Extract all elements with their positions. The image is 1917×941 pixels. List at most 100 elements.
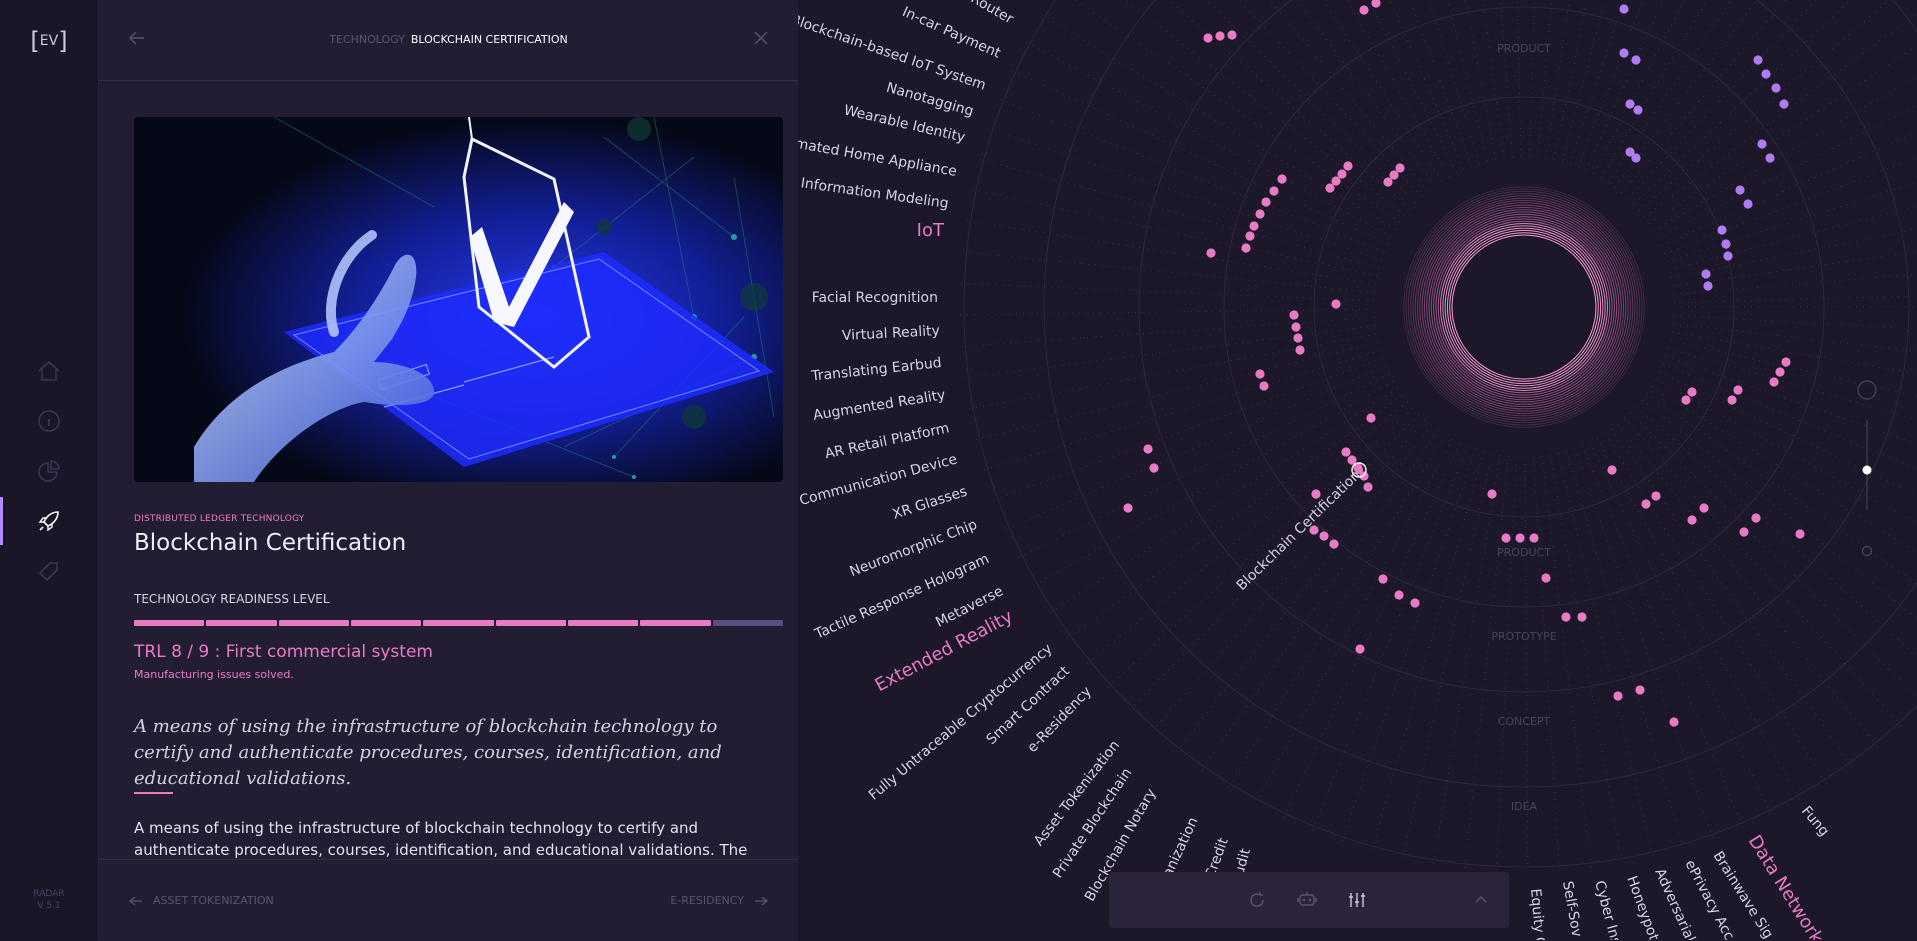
- radar-spoke: [998, 98, 1385, 253]
- technology-blip: [1739, 527, 1749, 537]
- chevron-up-icon[interactable]: [1471, 890, 1491, 910]
- radar-spoke: [1085, 401, 1409, 665]
- zoom-out-button: [1861, 545, 1873, 557]
- app-logo[interactable]: [ EV ]: [30, 28, 67, 54]
- info-icon[interactable]: [36, 408, 62, 434]
- technology-blip: [1717, 225, 1727, 235]
- nav-rail: [ EV ] RADAR V 5.1: [0, 0, 99, 940]
- technology-blip: [1341, 447, 1351, 457]
- technology-summary: A means of using the infrastructure of b…: [134, 716, 722, 789]
- technology-blip: [1255, 369, 1265, 379]
- technology-blip: [1561, 612, 1571, 622]
- technology-blip: [1721, 239, 1731, 249]
- technology-blip: [1203, 33, 1213, 43]
- technology-blip: [1641, 499, 1651, 509]
- technology-blip: [1215, 31, 1225, 41]
- reset-icon[interactable]: [1247, 890, 1267, 910]
- technology-radar[interactable]: PRODUCT PRODUCT PROTOTYPE CONCEPT IDEA IoT Ro…: [798, 0, 1917, 940]
- technology-blip: [1394, 590, 1404, 600]
- breadcrumb-parent[interactable]: TECHNOLOGY: [329, 33, 405, 46]
- panel-header: TECHNOLOGY BLOCKCHAIN CERTIFICATION: [99, 0, 798, 81]
- next-technology-link[interactable]: E-RESIDENCY: [670, 894, 768, 907]
- rocket-icon[interactable]: [36, 508, 62, 534]
- radar-spoke: [1670, 339, 1917, 397]
- technology-blip: [1577, 612, 1587, 622]
- technology-blip: [1245, 231, 1255, 241]
- radar-spoke: [960, 316, 1375, 347]
- close-icon[interactable]: [754, 30, 768, 49]
- technology-label: AR Retail Platform: [823, 420, 950, 462]
- radar-spoke: [1569, 0, 1625, 165]
- technology-blip: [1795, 529, 1805, 539]
- technology-blip: [1123, 503, 1133, 513]
- radar-spoke: [1671, 331, 1917, 374]
- technology-title: Blockchain Certification: [134, 530, 407, 556]
- technology-label: Augmented Reality: [812, 387, 947, 424]
- radar-spoke: [1638, 0, 1891, 211]
- trl-progress-bar: [134, 620, 783, 626]
- radar-spoke: [1532, 456, 1560, 871]
- technology-blip: [1487, 489, 1497, 499]
- technology-blip: [1329, 539, 1339, 549]
- trl-segment: [206, 620, 277, 626]
- technology-blip: [1355, 644, 1365, 654]
- radar-spoke: [1610, 428, 1854, 767]
- radar-spoke: [1482, 0, 1505, 159]
- trl-segment: [423, 620, 494, 626]
- technology-blip: [1743, 199, 1753, 209]
- radar-spoke: [1664, 157, 1917, 255]
- technology-blip: [1753, 55, 1763, 65]
- technology-category: DISTRIBUTED LEDGER TECHNOLOGY: [134, 514, 305, 524]
- tag-icon[interactable]: [36, 558, 62, 584]
- technology-blip: [1347, 455, 1357, 465]
- home-icon[interactable]: [36, 358, 62, 384]
- radar-spoke: [1657, 104, 1917, 239]
- radar-spoke: [1665, 355, 1917, 445]
- radar-spoke: [1617, 423, 1879, 748]
- technology-blip: [1395, 163, 1405, 173]
- technology-blip: [1277, 174, 1287, 184]
- filter-icon[interactable]: [1297, 890, 1317, 910]
- radar-spoke: [1402, 453, 1493, 859]
- technology-blip: [1206, 248, 1216, 258]
- technology-blip: [1699, 503, 1709, 513]
- technology-blip: [1613, 691, 1623, 701]
- zoom-in-button: [1857, 380, 1877, 400]
- technology-blip: [1631, 55, 1641, 65]
- previous-technology-link[interactable]: ASSET TOKENIZATION: [129, 894, 274, 907]
- previous-label: ASSET TOKENIZATION: [153, 894, 274, 907]
- arrow-right-icon: [755, 895, 768, 906]
- radar-spoke: [1409, 0, 1473, 167]
- technology-label: Facial Recognition: [812, 290, 938, 306]
- radar-spoke: [1528, 0, 1536, 158]
- sliders-icon[interactable]: [1347, 890, 1367, 910]
- radar-spoke: [1627, 0, 1818, 199]
- trl-segment: [495, 620, 566, 626]
- category-label: IoT: [917, 220, 945, 241]
- technology-blip: [1775, 367, 1785, 377]
- radar-spoke: [1371, 451, 1485, 852]
- technology-blip: [1227, 30, 1237, 40]
- technology-blip: [1723, 251, 1733, 261]
- trl-segment: [134, 620, 205, 626]
- radar-spoke: [1175, 424, 1433, 753]
- pie-chart-icon[interactable]: [36, 458, 62, 484]
- logo-bracket-right: ]: [58, 27, 68, 55]
- radar-spoke: [1596, 437, 1801, 801]
- radar-spoke: [1581, 445, 1744, 829]
- breadcrumb: TECHNOLOGY BLOCKCHAIN CERTIFICATION: [99, 33, 798, 46]
- radar-spoke: [1322, 0, 1443, 182]
- radar-spoke: [1668, 347, 1917, 421]
- technology-blip: [1727, 395, 1737, 405]
- zoom-control: [1855, 380, 1879, 560]
- technology-label: City Information Modeling: [798, 171, 950, 212]
- radar-spoke: [1517, 0, 1522, 158]
- technology-blip: [1383, 177, 1393, 187]
- technology-blip: [1149, 463, 1159, 473]
- radar-spoke: [1589, 441, 1773, 816]
- technology-blip: [1771, 83, 1781, 93]
- radar-spoke: [1024, 41, 1392, 238]
- technology-label: Translating Earbud: [810, 355, 943, 385]
- trl-segment: [278, 620, 349, 626]
- panel-footer: ASSET TOKENIZATION E-RESIDENCY: [99, 859, 798, 941]
